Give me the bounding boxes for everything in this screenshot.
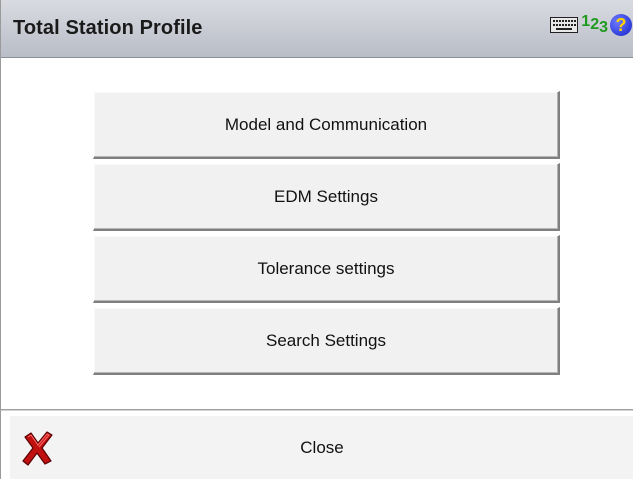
- model-and-communication-button[interactable]: Model and Communication: [93, 91, 560, 159]
- help-icon[interactable]: ?: [610, 14, 632, 36]
- close-label: Close: [300, 438, 344, 457]
- search-settings-button[interactable]: Search Settings: [93, 307, 560, 375]
- tolerance-settings-button[interactable]: Tolerance settings: [93, 235, 560, 303]
- footer-divider: [1, 409, 633, 411]
- numeric-digit-3: 3: [599, 19, 608, 36]
- title-bar-icons: 123 ?: [550, 12, 632, 38]
- window-title: Total Station Profile: [13, 17, 203, 39]
- numeric-digit-1: 1: [581, 13, 591, 30]
- numeric-digit-2: 2: [590, 16, 600, 33]
- total-station-profile-window: Total Station Profile 123 ? Model and Co…: [0, 0, 633, 479]
- numeric-input-icon[interactable]: 123: [581, 13, 608, 36]
- title-bar: Total Station Profile 123 ?: [1, 0, 633, 58]
- edm-settings-button[interactable]: EDM Settings: [93, 163, 560, 231]
- close-button[interactable]: Close: [9, 415, 633, 479]
- keyboard-icon[interactable]: [550, 17, 579, 33]
